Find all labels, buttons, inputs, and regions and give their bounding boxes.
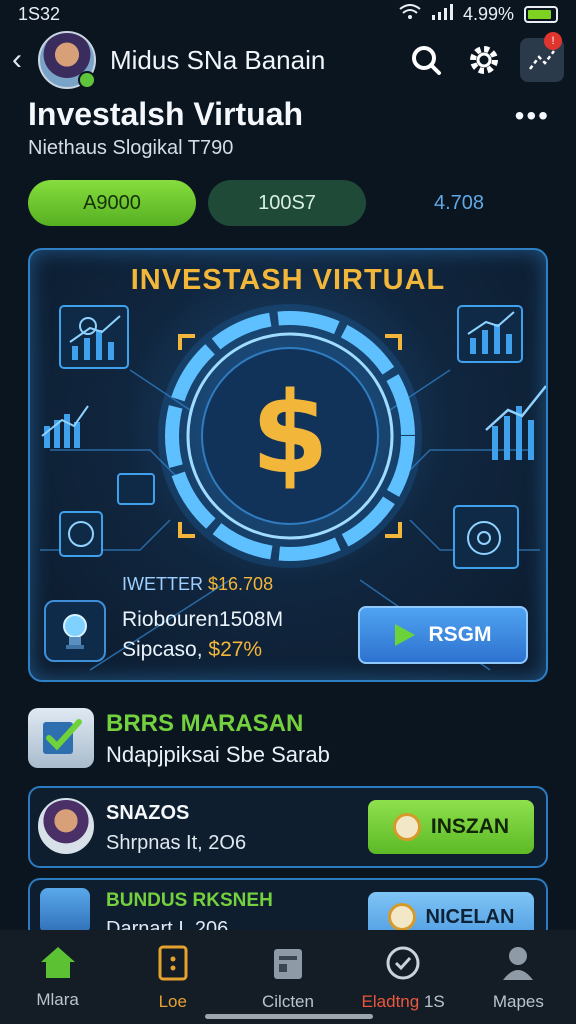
nav-label-card: Loe [158,992,187,1011]
list-item-title: SNAZOS [106,802,190,824]
list-item-action-button[interactable]: INSZAN [368,800,534,854]
nav-item-check[interactable]: Eladtng 1S [348,944,458,1012]
pill-filter-3[interactable]: 4.708 [394,180,524,226]
nav-item-profile[interactable]: Mapes [463,944,573,1012]
pill-filter-2[interactable]: 100S7 [208,180,366,226]
hero-balance-amount: $16.708 [208,574,274,594]
avatar[interactable] [38,31,96,89]
hero-button-label: RSGM [428,623,492,646]
avatar [38,798,94,854]
nav-label-profile: Mapes [492,992,544,1011]
status-bar: 1S32 4.99% [0,0,576,28]
page-subtitle: Niethaus Slogikal T790 [28,137,234,159]
hero-account-line: Riobouren1508M [122,608,284,631]
profile-icon [503,947,534,980]
battery-percent: 4.99% [462,3,514,24]
bottom-navigation: Mlara Loe Cilcten Eladtng 1S Mapes [0,930,576,1024]
hero-return-amount: $27% [208,638,263,661]
nav-label-check: Eladtng 1S [362,992,445,1012]
battery-level [528,9,552,19]
nav-item-calendar[interactable]: Cilcten [233,944,343,1012]
nav-item-home[interactable]: Mlara [3,944,113,1010]
dollar-coin-icon: $ [158,304,422,568]
notification-button[interactable]: ! [520,32,564,82]
app-header: ‹ Midus SNa Banain ! [0,30,576,90]
investment-hero-card: $ INVESTASH VIRTUAL IWETTER $16.708 Riob… [28,248,548,682]
header-title: Midus SNa Banain [110,44,326,75]
home-indicator[interactable] [205,1014,373,1019]
pill-filter-1[interactable]: A9000 [28,180,196,226]
alert-badge-icon: ! [544,32,562,50]
share-icon: ! [520,32,564,82]
page-title: Investalsh Virtuah [28,96,304,132]
clock-icon [387,903,416,931]
folder-icon [40,888,90,934]
nav-item-card[interactable]: Loe [118,944,228,1012]
hero-title: INVESTASH VIRTUAL [130,264,446,296]
svg-text:$: $ [251,369,329,499]
section-subtitle: Ndapjpiksai Sbe Sarab [106,742,330,767]
signal-icon [431,3,453,25]
list-item-title: BUNDUS RKSNEH [106,890,273,911]
play-icon [394,624,415,646]
nav-label-home: Mlara [36,990,79,1009]
nav-label-check-text: Eladtng [361,992,420,1011]
nav-label-calendar: Cilcten [261,992,314,1011]
wifi-icon [399,3,421,25]
back-arrow-icon[interactable]: ‹ [12,43,30,77]
list-item-subtitle: Shrpnas It, 2O6 [106,832,247,854]
calendar-icon [273,949,302,979]
status-time: 1S32 [18,3,61,24]
chart-panel-icon [59,305,129,369]
hero-return-line: Sipcaso, $27% [122,638,262,662]
check-icon [386,946,420,980]
battery-icon [524,5,558,23]
list-item[interactable]: SNAZOS Shrpnas It, 2O6 INSZAN [28,786,548,868]
lightbulb-icon [44,600,106,662]
gear-icon[interactable] [462,38,506,82]
more-options-icon[interactable]: ••• [515,100,550,132]
home-icon [40,947,75,978]
checklist-icon [28,708,94,768]
status-icons: 4.99% [399,3,558,25]
clock-icon [392,813,421,841]
hero-return-label: Sipcaso, [122,638,203,661]
hero-balance-line: IWETTER $16.708 [122,574,273,595]
hero-play-button[interactable]: RSGM [358,606,528,664]
card-icon [158,945,188,981]
hero-balance-label: IWETTER [122,574,203,594]
list-item[interactable]: BUNDUS RKSNEH Darnart I. 206 NICELAN [28,878,548,938]
section-title: BRRS MARASAN [106,710,304,737]
list-item-action-label: NICELAN [425,905,515,928]
nav-badge-count: 1S [423,992,445,1011]
search-icon[interactable] [404,38,448,82]
list-item-action-label: INSZAN [430,815,510,838]
online-status-icon [78,71,96,89]
